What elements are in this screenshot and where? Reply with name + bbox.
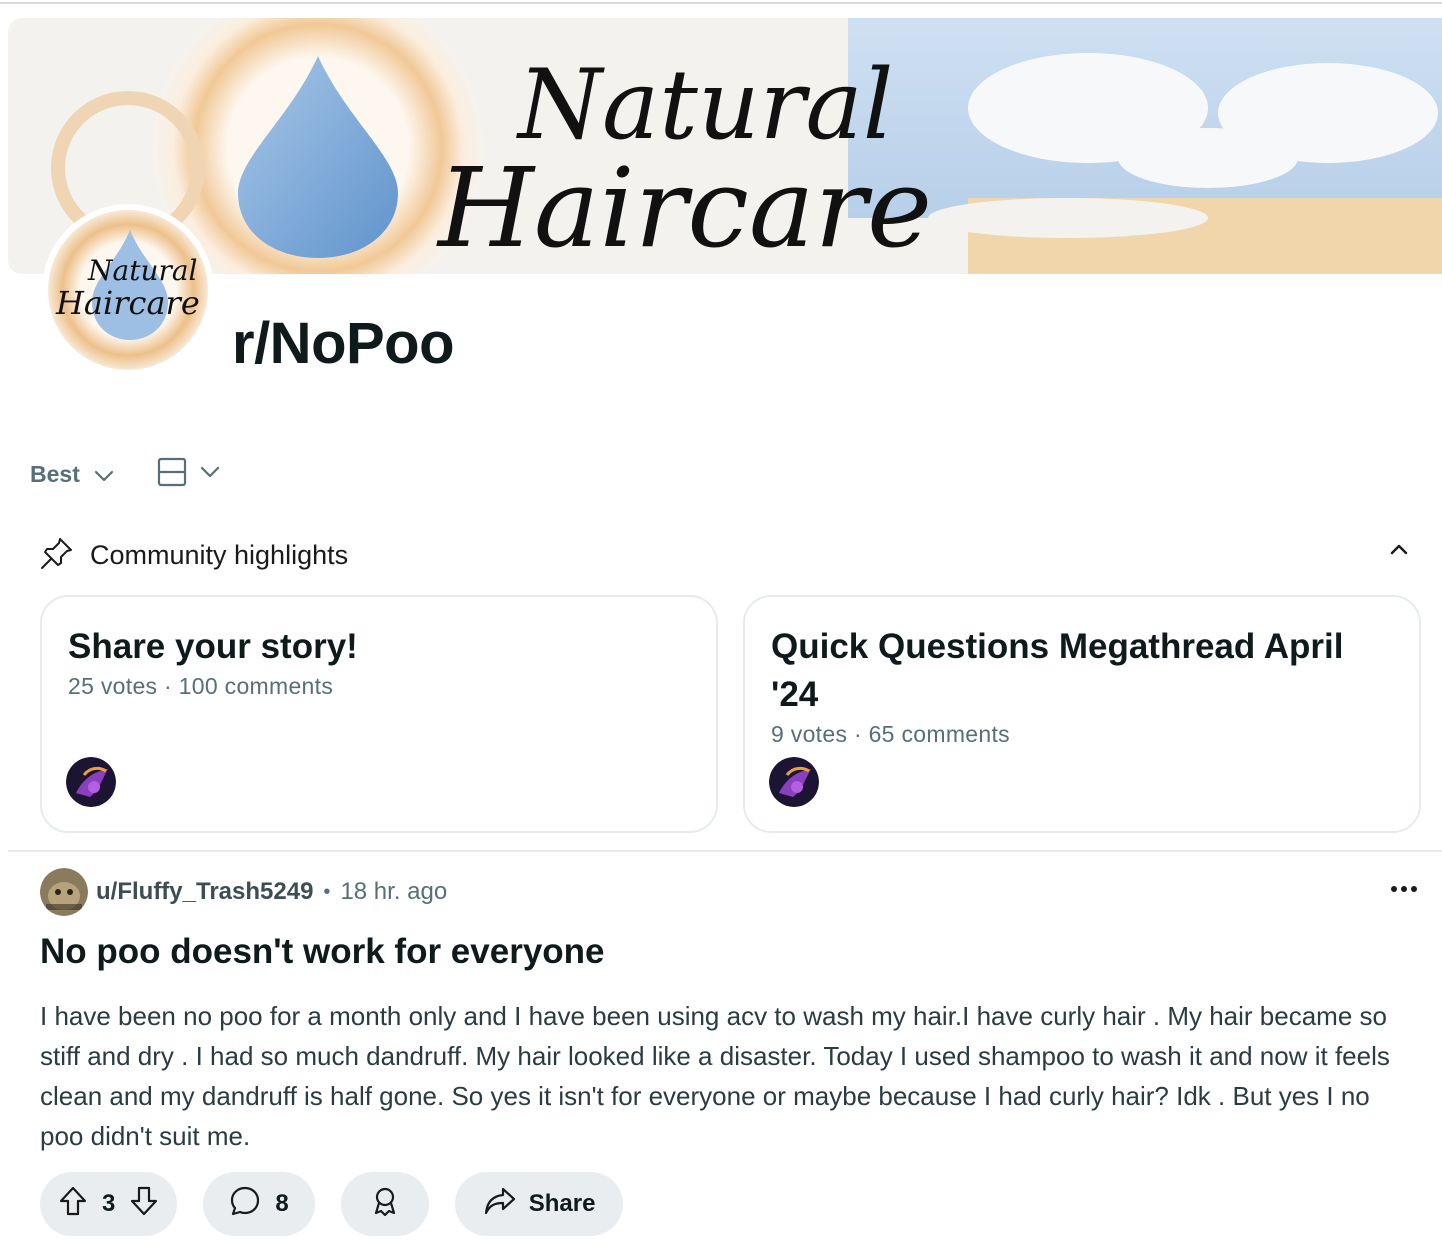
share-icon <box>483 1186 517 1223</box>
sort-label: Best <box>30 460 80 487</box>
banner-text-haircare: Haircare <box>436 144 932 272</box>
comments-button[interactable]: 8 <box>203 1172 315 1236</box>
highlight-card-title: Quick Questions Megathread April '24 <box>771 627 1344 714</box>
user-avatar[interactable] <box>40 868 88 916</box>
share-label: Share <box>528 1190 596 1217</box>
award-button[interactable] <box>340 1172 429 1236</box>
upvote-icon[interactable] <box>58 1185 88 1224</box>
svg-text:Natural: Natural <box>87 254 198 287</box>
svg-text:Haircare: Haircare <box>55 284 200 322</box>
community-name: r/NoPoo <box>232 311 455 376</box>
feed-divider <box>8 850 1442 852</box>
highlight-card-meta: 9 votes · 65 comments <box>771 721 1010 747</box>
highlight-card[interactable]: Quick Questions Megathread April '24 9 v… <box>743 595 1421 833</box>
vote-count: 3 <box>102 1190 116 1217</box>
post-title[interactable]: No poo doesn't work for everyone <box>40 932 605 972</box>
share-button[interactable]: Share <box>454 1172 624 1236</box>
downvote-icon[interactable] <box>129 1185 159 1224</box>
card-view-icon <box>156 456 188 493</box>
post-action-bar: 3 8 Share <box>40 1172 624 1236</box>
chevron-up-icon[interactable] <box>1390 542 1408 560</box>
community-highlights-header: Community highlights <box>40 534 1420 576</box>
highlights-label: Community highlights <box>90 539 349 570</box>
top-divider <box>0 2 1442 4</box>
vote-control: 3 <box>40 1172 178 1236</box>
author-avatar[interactable] <box>769 757 819 807</box>
post-timestamp: 18 hr. ago <box>340 878 448 905</box>
highlight-card-title: Share your story! <box>68 627 358 666</box>
pin-icon <box>40 536 74 575</box>
post-username[interactable]: u/Fluffy_Trash5249 <box>96 878 313 906</box>
highlight-card[interactable]: Share your story! 25 votes · 100 comment… <box>40 595 718 833</box>
post-header: u/Fluffy_Trash5249 • 18 hr. ago <box>40 868 447 916</box>
post-body: I have been no poo for a month only and … <box>40 1001 1390 1151</box>
chevron-down-icon <box>200 465 220 483</box>
comment-icon <box>229 1185 261 1224</box>
separator-dot: • <box>323 880 331 903</box>
chevron-down-icon <box>94 461 114 488</box>
more-options-icon[interactable] <box>1390 880 1418 898</box>
sort-dropdown[interactable]: Best <box>30 461 114 488</box>
feed-controls: Best <box>30 454 220 494</box>
author-avatar[interactable] <box>66 757 116 807</box>
community-avatar[interactable]: Natural Haircare <box>42 204 214 376</box>
award-icon <box>369 1185 401 1224</box>
community-banner: Natural Haircare <box>8 18 1442 274</box>
view-dropdown[interactable] <box>156 456 220 493</box>
comment-count: 8 <box>275 1190 289 1217</box>
highlight-card-meta: 25 votes · 100 comments <box>68 673 334 699</box>
